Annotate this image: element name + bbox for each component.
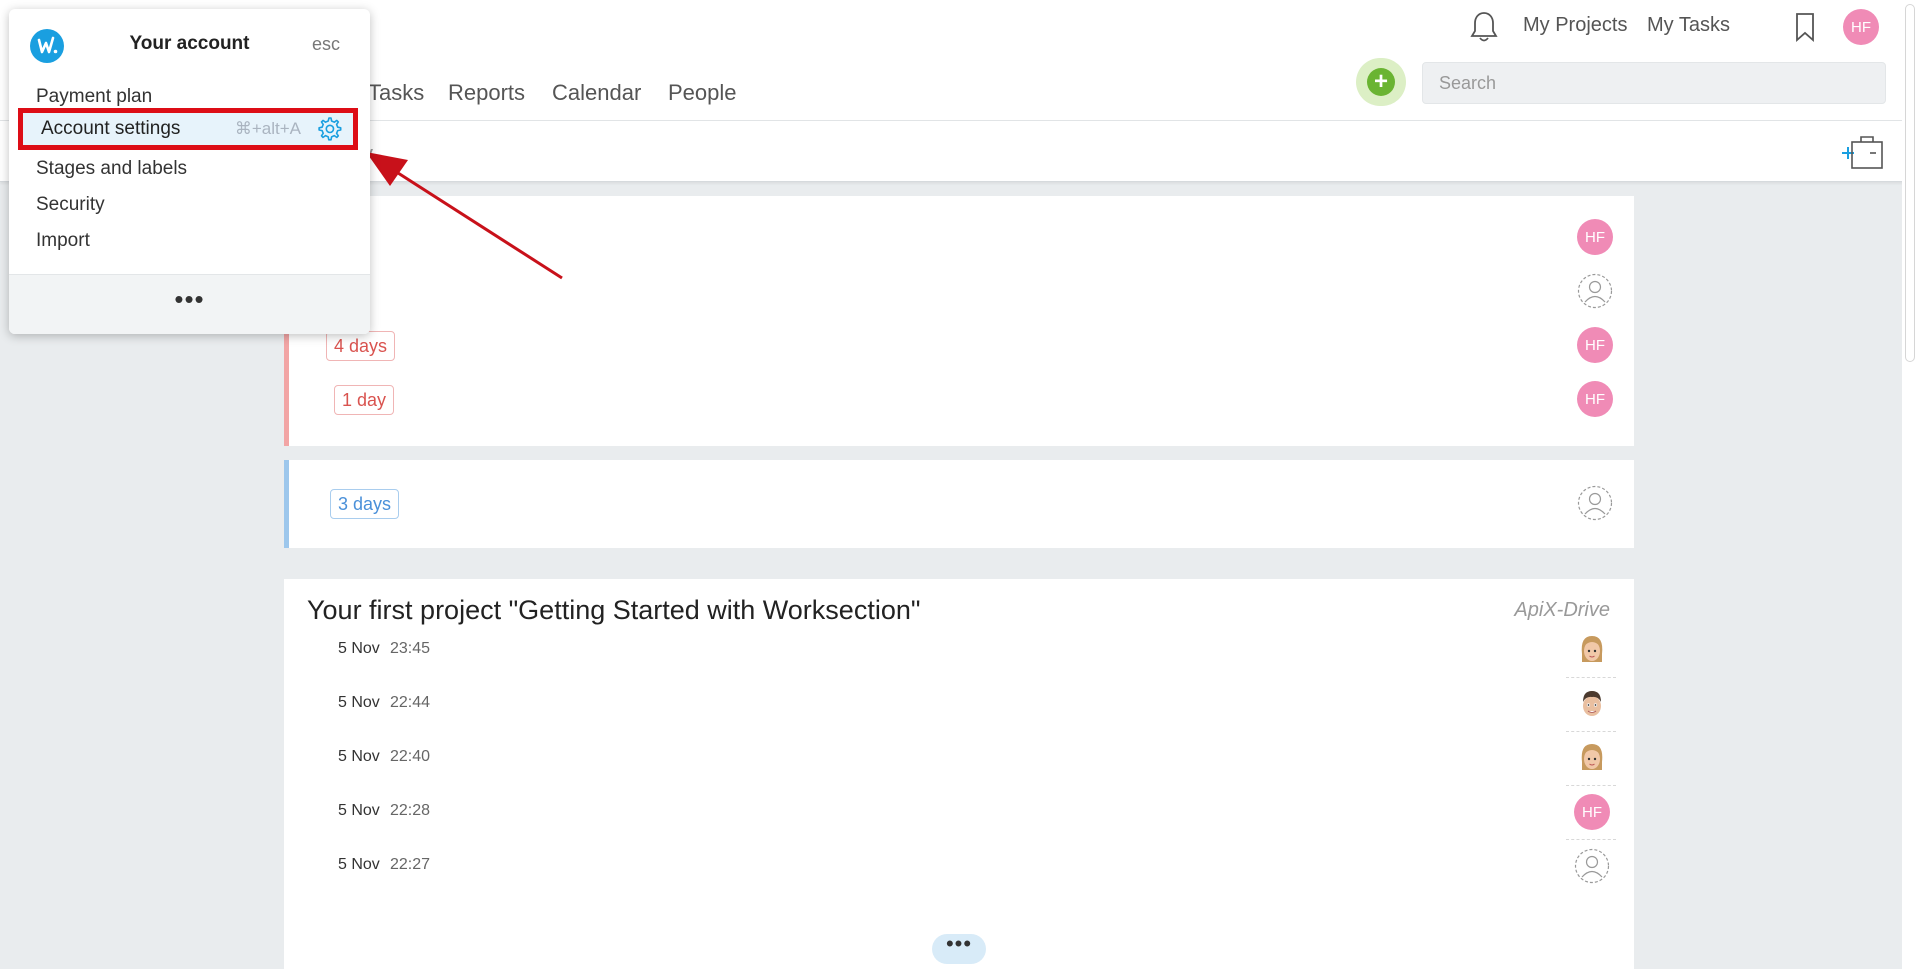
boy-avatar-icon <box>1583 691 1601 716</box>
add-folder-icon[interactable] <box>1840 133 1884 171</box>
menu-item-import[interactable]: Import <box>36 230 90 252</box>
due-badge: 3 days <box>330 489 400 519</box>
account-dropdown: Your account esc Payment plan Account se… <box>9 9 370 334</box>
annotation-arrow-icon <box>366 152 563 280</box>
menu-item-security[interactable]: Security <box>36 194 105 216</box>
unassigned-user-icon[interactable] <box>1577 485 1613 521</box>
keyboard-shortcut: ⌘+alt+A <box>234 119 301 138</box>
assignee-avatar: HF <box>1574 794 1610 830</box>
tab-reports[interactable]: Reports <box>448 80 525 106</box>
tab-people[interactable]: People <box>668 80 737 106</box>
add-new-button[interactable]: + <box>1356 58 1406 106</box>
activity-date: 5 Nov <box>338 694 380 711</box>
tab-tasks[interactable]: Tasks <box>368 80 424 106</box>
project-panel: Your first project "Getting Started with… <box>284 579 1634 969</box>
more-options-button[interactable]: ••• <box>9 286 370 312</box>
menu-item-payment-plan[interactable]: Payment plan <box>36 86 152 108</box>
girl-avatar-icon <box>1581 636 1603 662</box>
activity-date: 5 Nov <box>338 748 380 765</box>
scroll-thumb[interactable] <box>1905 4 1915 362</box>
show-more-button[interactable]: ••• <box>932 933 986 964</box>
activity-date: 5 Nov <box>338 802 380 819</box>
user-avatar[interactable]: HF <box>1843 9 1879 45</box>
activity-row[interactable]: 5 Nov 22:27 <box>284 840 1634 894</box>
menu-item-account-settings[interactable]: Account settings ⌘+alt+A <box>18 108 358 150</box>
bookmark-icon[interactable] <box>1793 12 1817 42</box>
unassigned-user-icon <box>1574 848 1610 884</box>
assignee-avatar[interactable]: HF <box>1577 219 1613 255</box>
tab-calendar[interactable]: Calendar <box>552 80 641 106</box>
activity-time: 22:28 <box>390 802 431 819</box>
overdue-badge: 1 day <box>334 385 395 415</box>
activity-row[interactable]: 5 Nov 23:45 <box>284 624 1634 678</box>
activity-row[interactable]: 5 Nov 22:44 <box>284 678 1634 732</box>
overdue-badge: 4 days <box>326 331 396 361</box>
girl-avatar-icon <box>1581 744 1603 770</box>
my-projects-link[interactable]: My Projects <box>1523 14 1627 37</box>
menu-item-stages-labels[interactable]: Stages and labels <box>36 158 187 180</box>
activity-time: 22:40 <box>390 748 431 765</box>
activity-time: 22:27 <box>390 856 431 873</box>
menu-item-label: Account settings <box>41 118 181 139</box>
upcoming-tasks-panel: 3 days <box>284 460 1634 548</box>
assignee-avatar[interactable]: HF <box>1577 381 1613 417</box>
assignee-avatar[interactable]: HF <box>1577 327 1613 363</box>
project-client: ApiX-Drive <box>1514 599 1610 621</box>
activity-row[interactable]: 5 Nov 22:28 HF <box>284 786 1634 840</box>
activity-date: 5 Nov <box>338 640 380 657</box>
plus-icon: + <box>1367 68 1395 96</box>
project-title[interactable]: Your first project "Getting Started with… <box>307 595 920 626</box>
unassigned-user-icon[interactable] <box>1577 273 1613 309</box>
bell-icon[interactable] <box>1468 10 1500 44</box>
dropdown-footer: ••• <box>9 274 370 334</box>
page-scrollbar[interactable] <box>1902 0 1920 969</box>
search-input[interactable] <box>1422 62 1886 104</box>
close-esc-button[interactable]: esc <box>312 34 340 55</box>
gear-icon <box>318 117 342 141</box>
activity-time: 23:45 <box>390 640 431 657</box>
activity-date: 5 Nov <box>338 856 380 873</box>
my-tasks-link[interactable]: My Tasks <box>1647 14 1730 37</box>
activity-row[interactable]: 5 Nov 22:40 <box>284 732 1634 786</box>
activity-time: 22:44 <box>390 694 431 711</box>
